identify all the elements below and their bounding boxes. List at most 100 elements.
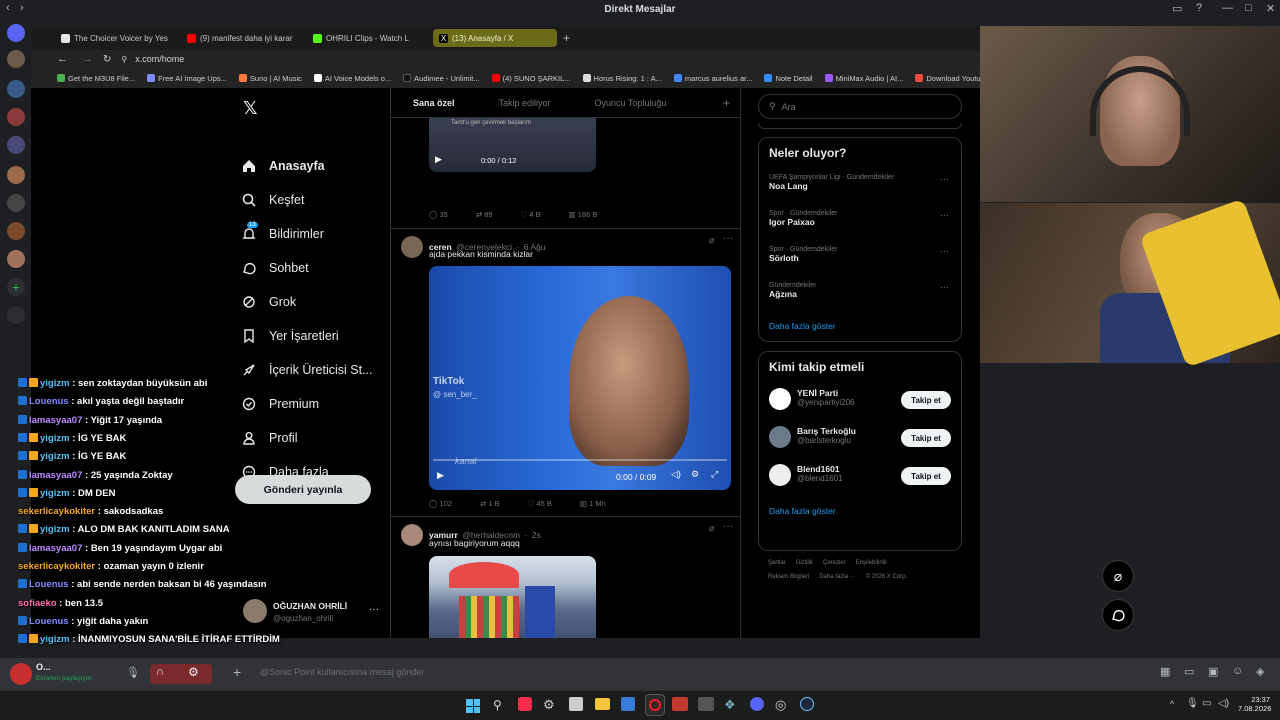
follow-suggestion[interactable]: Blend1601 @blend1601 bbox=[797, 464, 843, 483]
messages-button[interactable] bbox=[1102, 599, 1134, 631]
nav-notifications[interactable]: 13 Bildirimler bbox=[241, 222, 324, 244]
gift-icon[interactable]: ▦ bbox=[1160, 665, 1170, 678]
clock[interactable]: 23:37 7.08.2026 bbox=[1238, 695, 1271, 713]
footer-link[interactable]: Reklam Bilgileri bbox=[768, 574, 809, 580]
reply-count[interactable]: ◯ 35 bbox=[429, 210, 448, 219]
server-icon[interactable] bbox=[7, 250, 25, 268]
avatar[interactable] bbox=[769, 388, 791, 410]
show-more-link[interactable]: Daha fazla göster bbox=[769, 321, 836, 331]
inbox-icon[interactable]: ▭ bbox=[1172, 2, 1182, 15]
app-icon[interactable]: ❖ bbox=[724, 697, 736, 713]
minimize-icon[interactable]: — bbox=[1222, 2, 1233, 14]
add-tab-icon[interactable]: + bbox=[723, 96, 730, 110]
trend-more-icon[interactable]: ··· bbox=[940, 246, 949, 256]
repost-count[interactable]: ⇄ 1 B bbox=[480, 499, 500, 508]
file-explorer-icon[interactable] bbox=[595, 698, 610, 710]
trend-more-icon[interactable]: ··· bbox=[940, 174, 949, 184]
mail-icon[interactable] bbox=[621, 697, 635, 711]
forward-icon[interactable]: → bbox=[82, 53, 93, 65]
footer-link[interactable]: Gizlilik bbox=[796, 560, 813, 566]
chat-username[interactable]: yigizm bbox=[40, 451, 70, 462]
chat-username[interactable]: Louenus bbox=[29, 396, 69, 407]
more-icon[interactable]: ··· bbox=[723, 521, 733, 532]
nav-creator-studio[interactable]: İçerik Üreticisi St... bbox=[241, 360, 373, 380]
notepad-icon[interactable] bbox=[569, 697, 583, 711]
chat-username[interactable]: sekerlicaykokiter bbox=[18, 506, 95, 517]
bookmark-item[interactable]: Get the M3U8 File... bbox=[57, 74, 135, 83]
discord-home-icon[interactable] bbox=[7, 24, 25, 42]
browser-tab[interactable]: The Choicer Voicer by Yes bbox=[55, 29, 179, 47]
browser-tab-active[interactable]: X (13) Anasayfa / X bbox=[433, 29, 557, 47]
avatar[interactable] bbox=[401, 524, 423, 546]
server-icon[interactable] bbox=[7, 50, 25, 68]
more-icon[interactable]: ··· bbox=[723, 233, 733, 244]
settings-icon[interactable]: ⚙ bbox=[691, 469, 699, 480]
add-server-icon[interactable]: + bbox=[7, 278, 25, 296]
nav-home[interactable]: Anasayfa bbox=[241, 156, 325, 176]
tab-gaming-community[interactable]: Oyuncu Topluluğu bbox=[551, 98, 667, 108]
nav-grok[interactable]: Grok bbox=[241, 292, 296, 312]
server-icon[interactable] bbox=[7, 166, 25, 184]
settings-icon[interactable]: ⚙ bbox=[543, 697, 555, 713]
repost-count[interactable]: ⇄ 89 bbox=[476, 210, 493, 219]
chat-username[interactable]: Louenus bbox=[29, 616, 69, 627]
apps-icon[interactable]: ◈ bbox=[1256, 665, 1264, 678]
back-icon[interactable]: ← bbox=[57, 53, 68, 65]
discord-icon[interactable] bbox=[750, 697, 764, 711]
volume-icon[interactable]: ◁) bbox=[1218, 698, 1229, 709]
chat-username[interactable]: lamasyaa07 bbox=[29, 415, 82, 426]
bookmark-item[interactable]: Download Youtube bbox=[915, 74, 980, 83]
chat-username[interactable]: yigizm bbox=[40, 433, 70, 444]
grok-icon[interactable]: ⌀ bbox=[709, 235, 714, 246]
video-player[interactable]: TikTok @ sen_ber_ kanal ▶ 0:00 / 0:09 ◁)… bbox=[429, 266, 731, 490]
music-app-icon[interactable] bbox=[518, 697, 532, 711]
forward-arrow-icon[interactable]: › bbox=[20, 2, 24, 14]
opera-icon[interactable] bbox=[645, 694, 665, 716]
view-count[interactable]: ▥ 1 Mn bbox=[580, 499, 606, 508]
nav-bookmarks[interactable]: Yer İşaretleri bbox=[241, 326, 339, 346]
nav-explore[interactable]: Keşfet bbox=[241, 190, 304, 210]
chat-username[interactable]: Louenus bbox=[29, 579, 69, 590]
server-icon[interactable] bbox=[7, 194, 25, 212]
tray-mic-icon[interactable]: 🎙 bbox=[1186, 698, 1199, 709]
x-logo-icon[interactable]: 𝕏 bbox=[243, 98, 258, 119]
chat-username[interactable]: yigizm bbox=[40, 488, 70, 499]
server-icon[interactable] bbox=[7, 136, 25, 154]
nav-chat[interactable]: Sohbet bbox=[241, 258, 309, 278]
tab-for-you[interactable]: Sana özel bbox=[391, 98, 455, 108]
tray-chevron-icon[interactable]: ^ bbox=[1170, 699, 1174, 709]
fullscreen-icon[interactable]: ⤢ bbox=[711, 469, 718, 480]
trend-item[interactable]: Spor · Gündemdekiler Igor Paixao bbox=[769, 210, 837, 227]
steam-icon[interactable] bbox=[800, 697, 814, 711]
windows-start-icon[interactable] bbox=[466, 699, 480, 713]
trend-more-icon[interactable]: ··· bbox=[940, 210, 949, 220]
bookmark-item[interactable]: (4) SUNO ŞARKIL... bbox=[491, 74, 571, 83]
url-text[interactable]: x.com/home bbox=[135, 54, 184, 64]
emoji-icon[interactable]: ☺ bbox=[1232, 665, 1243, 677]
bookmark-item[interactable]: marcus aurelius ar... bbox=[673, 74, 752, 83]
reload-icon[interactable]: ↻ bbox=[103, 54, 111, 65]
follow-suggestion[interactable]: Barış Terkoğlu @baristerkoglu bbox=[797, 426, 856, 445]
avatar[interactable] bbox=[401, 236, 423, 258]
footer-link[interactable]: Erişilebilirlik bbox=[856, 560, 887, 566]
back-arrow-icon[interactable]: ‹ bbox=[6, 2, 10, 14]
chat-username[interactable]: yigizm bbox=[40, 378, 70, 389]
tweet-date[interactable]: 2s bbox=[532, 530, 541, 540]
follow-button[interactable]: Takip et bbox=[901, 467, 951, 485]
chat-username[interactable]: lamasyaa07 bbox=[29, 470, 82, 481]
like-count[interactable]: ♡ 45 B bbox=[528, 499, 552, 508]
sticker-icon[interactable]: ▣ bbox=[1208, 665, 1218, 678]
search-input[interactable]: ⚲ Ara bbox=[758, 94, 962, 119]
bookmark-item[interactable]: Note Detail bbox=[764, 74, 813, 83]
avatar[interactable] bbox=[10, 663, 32, 685]
show-more-link[interactable]: Daha fazla göster bbox=[769, 506, 836, 516]
help-icon[interactable]: ? bbox=[1196, 2, 1202, 14]
play-icon[interactable]: ▶ bbox=[435, 154, 442, 165]
footer-link[interactable]: Daha fazla ··· bbox=[819, 574, 855, 580]
search-icon[interactable]: ⚲ bbox=[493, 698, 502, 712]
trend-item[interactable]: Gündemdekiler Ağzına bbox=[769, 282, 816, 299]
close-icon[interactable]: ✕ bbox=[1266, 2, 1275, 15]
maximize-icon[interactable]: □ bbox=[1245, 2, 1252, 14]
gif-icon[interactable]: ▭ bbox=[1184, 665, 1194, 678]
app-icon[interactable] bbox=[672, 697, 688, 711]
